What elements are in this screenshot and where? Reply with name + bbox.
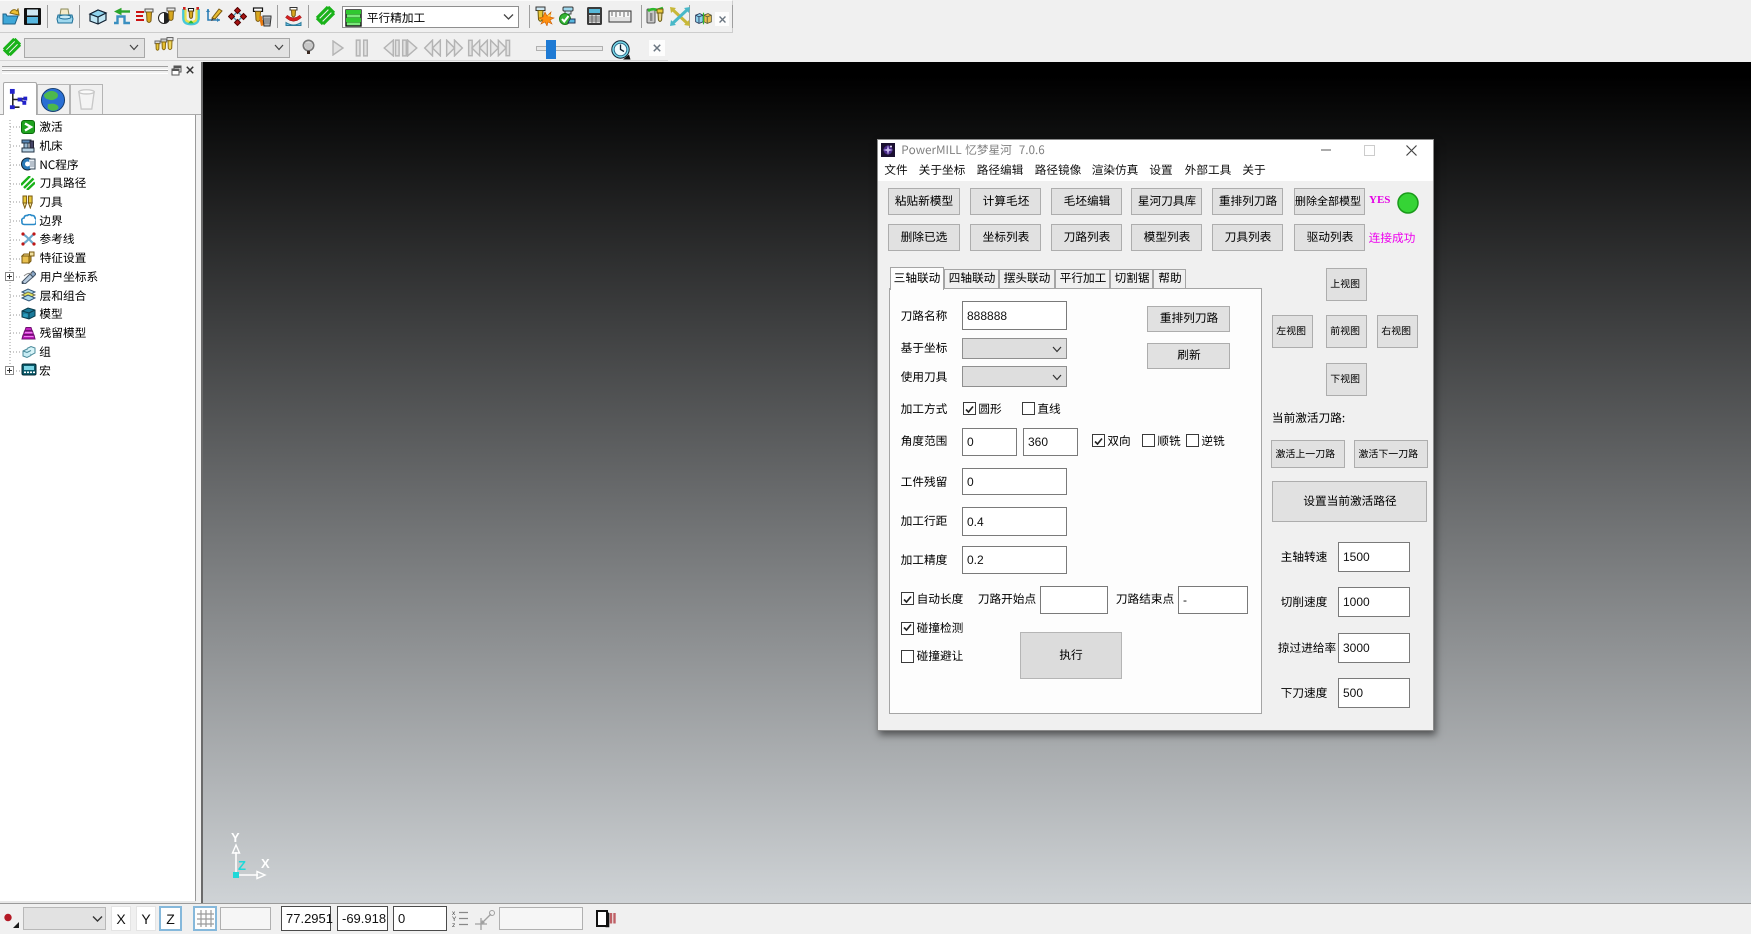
svg-text:X: X: [261, 856, 270, 871]
svg-text:Y: Y: [231, 832, 240, 845]
svg-text:z: z: [452, 922, 455, 928]
svg-text:Z: Z: [238, 858, 246, 873]
